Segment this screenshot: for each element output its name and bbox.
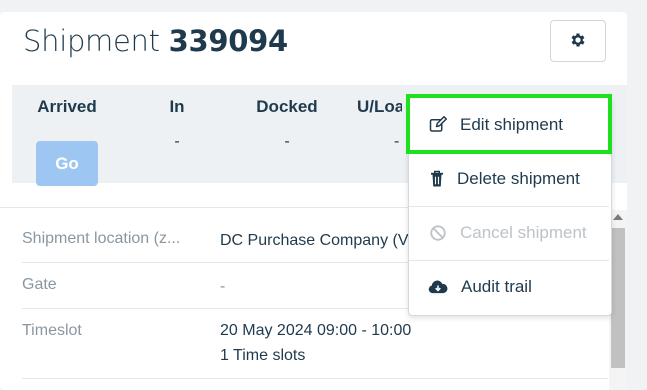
status-value: - (174, 133, 180, 150)
detail-value-location: DC Purchase Company (V (220, 232, 409, 249)
cloud-download-icon (428, 277, 448, 297)
status-arrived: Arrived (12, 97, 122, 119)
menu-item-label: Cancel shipment (460, 223, 587, 242)
status-label: In (169, 97, 185, 116)
status-unloading: U/Loa - (342, 97, 402, 151)
detail-label-gate: Gate (22, 276, 57, 293)
timeslot-range: 20 May 2024 09:00 - 10:00 (220, 322, 412, 339)
gear-icon (569, 31, 587, 52)
shipment-number: 339094 (168, 24, 289, 58)
detail-label-timeslot: Timeslot (22, 322, 82, 339)
page-title: Shipment 339094 (23, 24, 288, 58)
menu-item-label: Edit shipment (460, 115, 563, 134)
go-button[interactable]: Go (36, 141, 98, 186)
detail-value-timeslot: 20 May 2024 09:00 - 10:00 1 Time slots (220, 318, 411, 368)
divider (22, 378, 608, 379)
status-label: Docked (256, 97, 318, 116)
menu-item-edit-shipment[interactable]: Edit shipment (409, 98, 609, 152)
detail-value-gate: - (220, 278, 226, 295)
menu-item-delete-shipment[interactable]: Delete shipment (409, 152, 609, 206)
detail-label-location: Shipment location (z... (22, 230, 181, 247)
timeslot-count: 1 Time slots (220, 347, 306, 364)
menu-item-label: Audit trail (461, 277, 532, 296)
edit-icon (428, 115, 448, 135)
status-in: In - (122, 97, 232, 151)
scroll-thumb[interactable] (611, 228, 625, 368)
cancel-icon (428, 223, 448, 243)
trash-icon (427, 169, 447, 189)
status-label: U/Loa (357, 97, 402, 116)
menu-item-cancel-shipment: Cancel shipment (409, 206, 609, 260)
settings-button[interactable] (550, 20, 606, 62)
menu-item-label: Delete shipment (457, 169, 580, 188)
scroll-up-arrow-icon[interactable] (613, 214, 623, 220)
status-value: - (284, 133, 290, 150)
status-value: - (394, 133, 400, 150)
title-prefix: Shipment (23, 24, 160, 58)
shipment-actions-menu: Edit shipment Delete shipment Cancel shi… (408, 97, 612, 316)
menu-item-audit-trail[interactable]: Audit trail (409, 260, 609, 314)
status-label: Arrived (37, 97, 97, 116)
status-docked: Docked - (232, 97, 342, 151)
